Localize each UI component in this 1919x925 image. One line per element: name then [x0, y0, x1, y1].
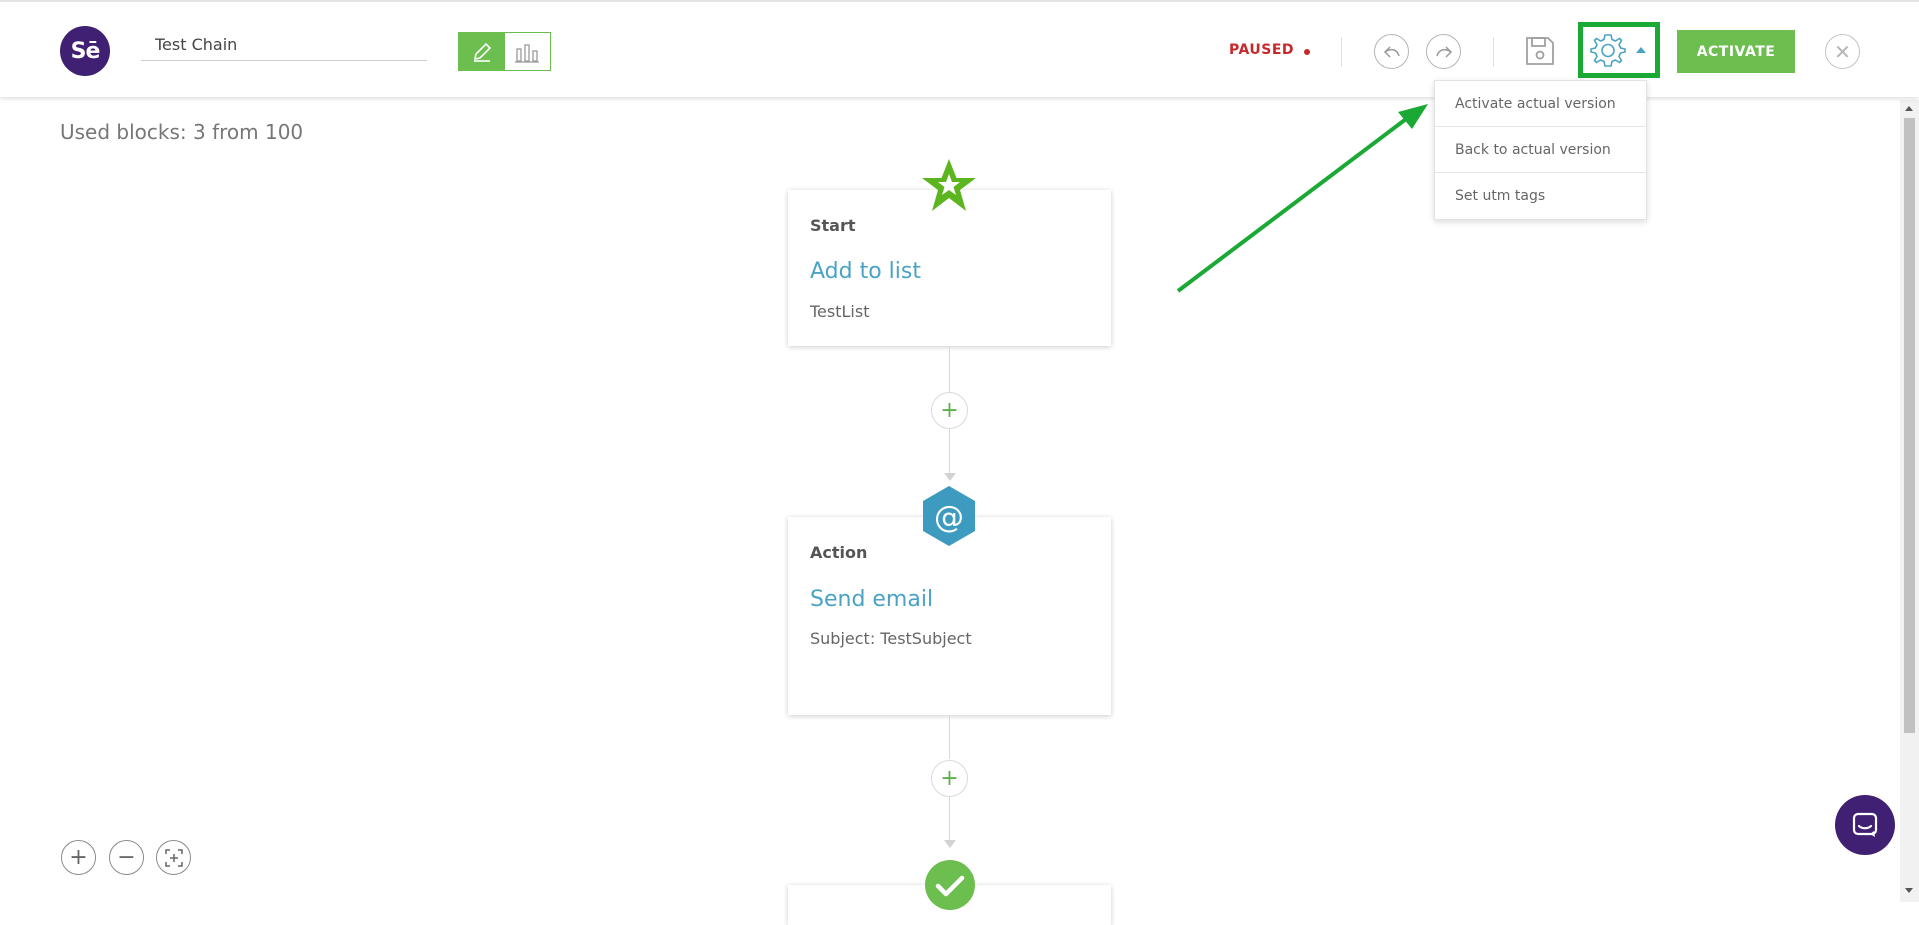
- menu-item-activate-actual-version[interactable]: Activate actual version: [1435, 81, 1646, 127]
- menu-item-back-to-actual-version[interactable]: Back to actual version: [1435, 127, 1646, 173]
- settings-menu: Activate actual version Back to actual v…: [1434, 80, 1647, 220]
- menu-item-set-utm-tags[interactable]: Set utm tags: [1435, 173, 1646, 219]
